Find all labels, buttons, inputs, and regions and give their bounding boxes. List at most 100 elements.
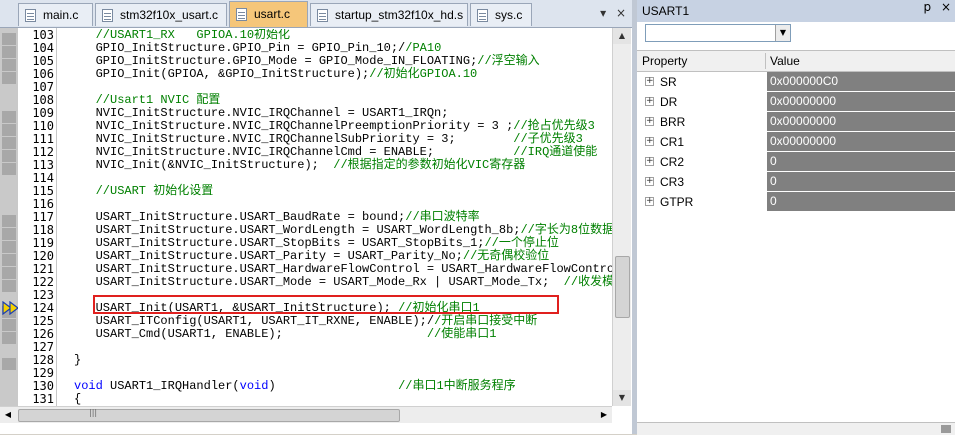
code-text: NVIC_Init(&NVIC_InitStructure); [74, 158, 334, 172]
code-line[interactable]: { [74, 393, 81, 406]
register-row-cr2[interactable]: + CR2 0 [637, 152, 955, 172]
register-row-cr3[interactable]: + CR3 0 [637, 172, 955, 192]
expand-icon[interactable]: + [645, 77, 654, 86]
close-icon[interactable]: × [941, 0, 951, 14]
register-value[interactable]: 0x00000000 [767, 92, 955, 111]
c-file-icon [236, 8, 247, 21]
register-value[interactable]: 0x00000000 [767, 132, 955, 151]
tab-list-dropdown-icon[interactable]: ▾ [596, 6, 610, 20]
tab-label: usart.c [254, 7, 291, 21]
expand-icon[interactable]: + [645, 177, 654, 186]
c-file-icon [102, 9, 113, 22]
horizontal-scrollbar[interactable]: ◀ ||| ▶ [0, 406, 612, 423]
code-text: USART_InitStructure.USART_WordLength = U… [74, 223, 521, 237]
tab-startup-s[interactable]: startup_stm32f10x_hd.s [310, 3, 468, 26]
register-row-cr1[interactable]: + CR1 0x00000000 [637, 132, 955, 152]
vertical-scroll-thumb[interactable] [615, 256, 630, 318]
register-row-brr[interactable]: + BRR 0x00000000 [637, 112, 955, 132]
code-text: USART_InitStructure.USART_StopBits = USA… [74, 236, 485, 250]
scroll-up-arrow-icon[interactable]: ▲ [613, 28, 631, 44]
keyword: void [74, 379, 103, 393]
grip-icon: ||| [89, 408, 98, 417]
code-comment: //收发模式 [563, 275, 612, 289]
code-comment: /开启串口接受中断 [434, 314, 538, 328]
highlight-box [93, 295, 559, 314]
scroll-down-arrow-icon[interactable]: ▼ [613, 390, 631, 406]
register-value[interactable]: 0x000000C0 [767, 72, 955, 91]
tab-sys-c[interactable]: sys.c [470, 3, 532, 26]
expand-icon[interactable]: + [645, 117, 654, 126]
pane-status-strip [637, 422, 955, 435]
code-line[interactable]: NVIC_Init(&NVIC_InitStructure); //根据指定的参… [74, 158, 526, 172]
pane-title: USART1 [642, 4, 690, 18]
register-name: CR2 [660, 155, 685, 169]
code-line[interactable]: USART_InitStructure.USART_Mode = USART_M… [74, 276, 612, 289]
code-text: USART_ITConfig(USART1, USART_IT_RXNE, EN… [74, 314, 435, 328]
code-line[interactable]: //USART 初始化设置 [74, 184, 214, 198]
resize-grip-icon[interactable] [941, 425, 951, 433]
tab-label: main.c [43, 8, 79, 22]
tab-main-c[interactable]: main.c [18, 3, 93, 26]
tab-label: sys.c [495, 8, 523, 22]
peripheral-select-dropdown[interactable]: ▼ [645, 24, 791, 42]
horizontal-scroll-thumb[interactable]: ||| [18, 408, 400, 422]
code-comment: //一个停止位 [484, 236, 559, 250]
register-row-sr[interactable]: + SR 0x000000C0 [637, 72, 955, 92]
code-text: NVIC_InitStructure.NVIC_IRQChannelCmd = … [74, 145, 514, 159]
code-area[interactable]: //USART1_RX GPIOA.10初始化 GPIO_InitStructu… [56, 29, 612, 407]
close-tab-icon[interactable]: × [614, 6, 628, 20]
expand-icon[interactable]: + [645, 157, 654, 166]
breakpoint-gutter[interactable] [0, 28, 18, 418]
expand-icon[interactable]: + [645, 137, 654, 146]
register-value[interactable]: 0 [767, 152, 955, 171]
code-comment: //Usart1 NVIC 配置 [74, 93, 221, 107]
tab-usart-c[interactable]: usart.c [229, 1, 308, 27]
dropdown-arrow-icon[interactable]: ▼ [775, 25, 790, 41]
code-comment: //USART 初始化设置 [74, 184, 214, 198]
code-comment: /PA10 [405, 41, 442, 55]
code-comment: //IRQ通道使能 [513, 145, 598, 159]
scroll-left-arrow-icon[interactable]: ◀ [0, 407, 16, 423]
tab-stm32f10x-usart-c[interactable]: stm32f10x_usart.c [95, 3, 227, 26]
pane-title-bar: USART1 p × [637, 0, 955, 22]
expand-icon[interactable]: + [645, 97, 654, 106]
register-name: DR [660, 95, 678, 109]
register-name: SR [660, 75, 677, 89]
keyword: void [239, 379, 269, 393]
file-tab-bar: main.c stm32f10x_usart.c usart.c startup… [0, 0, 632, 28]
code-line[interactable]: GPIO_Init(GPIOA, &GPIO_InitStructure);//… [74, 68, 478, 81]
c-file-icon [477, 9, 488, 22]
code-text: USART_InitStructure.USART_BaudRate = bou… [74, 210, 406, 224]
pin-icon[interactable]: p [923, 0, 931, 14]
code-comment: //串口波特率 [405, 210, 480, 224]
code-line[interactable]: } [74, 354, 81, 367]
asm-file-icon [317, 9, 328, 22]
code-comment: //浮空输入 [477, 54, 540, 68]
register-row-gtpr[interactable]: + GTPR 0 [637, 192, 955, 212]
register-row-dr[interactable]: + DR 0x00000000 [637, 92, 955, 112]
code-comment: //使能串口1 [426, 327, 497, 341]
code-comment: //子优先级3 [513, 132, 583, 146]
scroll-right-arrow-icon[interactable]: ▶ [596, 407, 612, 423]
expand-icon[interactable]: + [645, 197, 654, 206]
value-column-header[interactable]: Value [770, 51, 800, 71]
register-value[interactable]: 0 [767, 172, 955, 191]
tab-label: stm32f10x_usart.c [120, 8, 219, 22]
register-name: CR1 [660, 135, 685, 149]
code-text: NVIC_InitStructure.NVIC_IRQChannelPreemp… [74, 119, 514, 133]
code-comment: //抢占优先级3 [513, 119, 595, 133]
code-line[interactable]: USART_Cmd(USART1, ENABLE); //使能串口1 [74, 327, 497, 341]
code-comment: //根据指定的参数初始化VIC寄存器 [333, 158, 526, 172]
property-column-header[interactable]: Property [642, 51, 687, 71]
line-number: 131 [32, 392, 54, 406]
register-value[interactable]: 0 [767, 192, 955, 211]
code-text: USART_InitStructure.USART_Parity = USART… [74, 249, 463, 263]
code-comment: //串口1中断服务程序 [398, 379, 516, 393]
code-editor[interactable]: main.c stm32f10x_usart.c usart.c startup… [0, 0, 632, 434]
vertical-scrollbar[interactable]: ▲ ▼ [612, 28, 631, 406]
c-file-icon [25, 9, 36, 22]
register-value[interactable]: 0x00000000 [767, 112, 955, 131]
tab-label: startup_stm32f10x_hd.s [335, 8, 464, 22]
code-text: void USART1_IRQHandler(void) [74, 379, 399, 393]
code-line[interactable]: void USART1_IRQHandler(void) //串口1中断服务程序 [74, 380, 516, 393]
